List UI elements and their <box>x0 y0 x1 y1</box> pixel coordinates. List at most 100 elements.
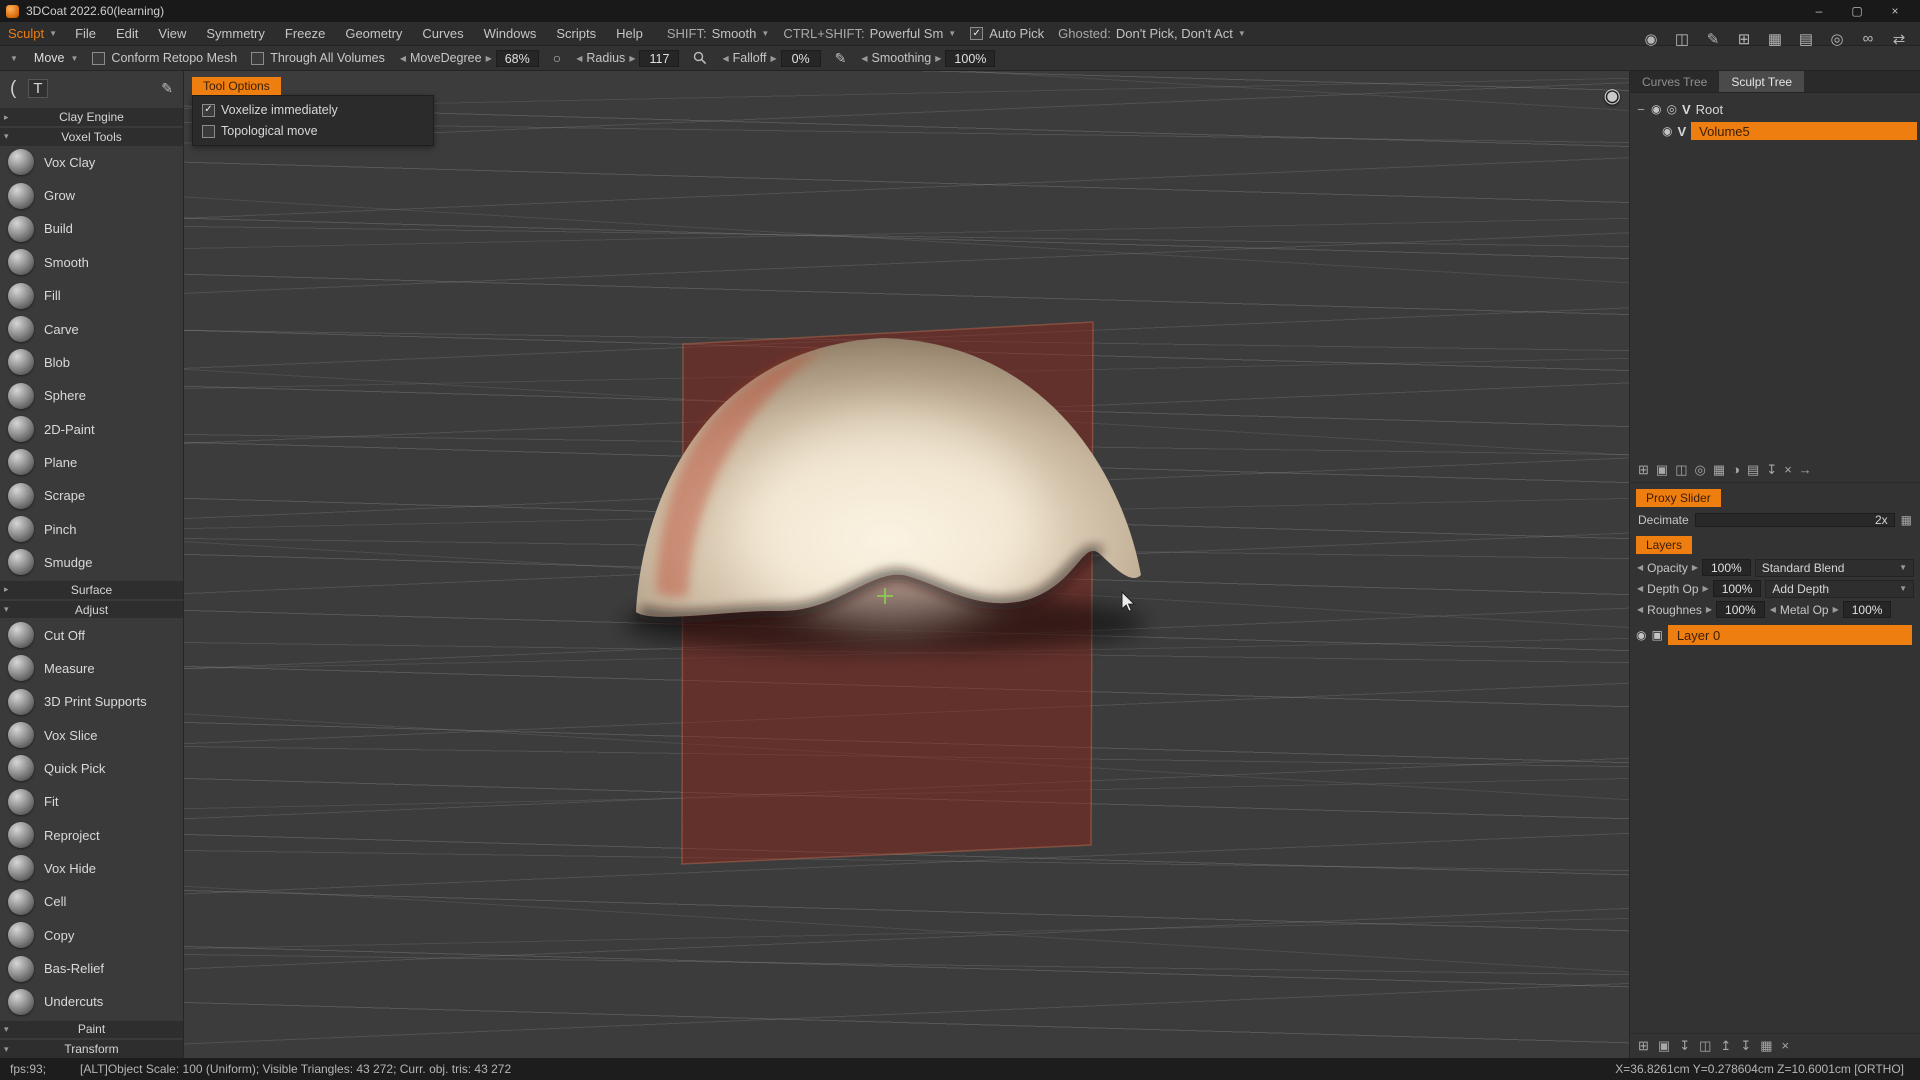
duplicate-volume-icon[interactable]: ◫ <box>1675 462 1687 478</box>
move-degree-spinner[interactable]: ◀ MoveDegree ▶ 68% <box>399 49 539 67</box>
group-header-adjust[interactable]: ▾ Adjust <box>0 600 183 619</box>
volume-name-selected[interactable]: Volume5 <box>1691 122 1917 140</box>
increment-icon[interactable]: ▶ <box>1705 605 1713 614</box>
group-header-transform[interactable]: ▾ Transform <box>0 1040 183 1058</box>
brush-tip-icon[interactable]: ○ <box>553 50 561 66</box>
proxy-settings-icon[interactable]: ▦ <box>1901 513 1912 527</box>
layers-tab[interactable]: Layers <box>1636 536 1693 554</box>
conform-retopo-checkbox[interactable]: Conform Retopo Mesh <box>92 51 237 65</box>
duplicate-layer-icon[interactable]: ◫ <box>1699 1038 1711 1054</box>
active-tool-selector[interactable]: Move ▼ <box>34 51 79 65</box>
decrement-icon[interactable]: ◀ <box>1636 584 1644 593</box>
proxy-slider-tab[interactable]: Proxy Slider <box>1636 489 1721 507</box>
group-header-surface[interactable]: ▸ Surface <box>0 581 183 599</box>
tool-item-measure[interactable]: Measure <box>0 652 183 685</box>
toolbar-menu-icon[interactable]: ▼ <box>8 54 20 63</box>
add-folder-icon[interactable]: ▣ <box>1656 462 1668 478</box>
depth-mode-dropdown[interactable]: Add Depth ▼ <box>1765 579 1914 598</box>
radius-value[interactable]: 117 <box>639 49 680 67</box>
visibility-eye-icon[interactable]: ◉ <box>1651 102 1661 116</box>
tool-item-vox-hide[interactable]: Vox Hide <box>0 852 183 885</box>
layer-lock-icon[interactable]: ▣ <box>1651 628 1662 642</box>
tool-item-fit[interactable]: Fit <box>0 785 183 818</box>
topological-move-checkbox[interactable]: Topological move <box>202 124 424 138</box>
decrement-icon[interactable]: ◀ <box>860 54 868 63</box>
export-icon[interactable]: ↧ <box>1766 462 1777 478</box>
tweak-icon[interactable]: ✎ <box>1704 30 1722 48</box>
decrement-icon[interactable]: ◀ <box>399 54 407 63</box>
menu-item-symmetry[interactable]: Symmetry <box>196 26 275 41</box>
room-selector[interactable]: Sculpt ▼ <box>6 26 65 41</box>
tool-item-grow[interactable]: Grow <box>0 179 183 212</box>
radius-spinner[interactable]: ◀ Radius ▶ 117 <box>575 49 680 67</box>
falloff-value[interactable]: 0% <box>780 49 821 67</box>
collapse-icon[interactable]: − <box>1636 102 1646 117</box>
layer-visibility-eye-icon[interactable]: ◉ <box>1636 628 1646 642</box>
depth-opacity-spinner[interactable]: ◀ Depth Op ▶ 100% <box>1636 580 1762 597</box>
tool-item-smudge[interactable]: Smudge <box>0 546 183 579</box>
annotate-icon[interactable]: ⇄ <box>1890 30 1908 48</box>
menu-item-view[interactable]: View <box>148 26 196 41</box>
voxelize-icon[interactable]: ▦ <box>1713 462 1725 478</box>
through-all-volumes-checkbox[interactable]: Through All Volumes <box>251 51 385 65</box>
ghost-volume-icon[interactable]: ◎ <box>1695 462 1706 478</box>
visibility-eye-icon[interactable]: ◉ <box>1662 124 1672 138</box>
pen-pressure-icon[interactable]: ✎ <box>835 50 847 67</box>
tool-item-quick-pick[interactable]: Quick Pick <box>0 752 183 785</box>
increment-icon[interactable]: ▶ <box>769 54 777 63</box>
tool-item-scrape[interactable]: Scrape <box>0 479 183 512</box>
grid-icon[interactable]: ▦ <box>1766 30 1784 48</box>
tab-sculpt-tree[interactable]: Sculpt Tree <box>1719 71 1805 92</box>
add-volume-icon[interactable]: ⊞ <box>1638 462 1649 478</box>
blend-mode-dropdown[interactable]: Standard Blend ▼ <box>1754 558 1914 577</box>
tool-item-vox-slice[interactable]: Vox Slice <box>0 718 183 751</box>
link-icon[interactable]: ∞ <box>1859 30 1877 48</box>
tool-item-cut-off[interactable]: Cut Off <box>0 618 183 651</box>
decrement-icon[interactable]: ◀ <box>1636 605 1644 614</box>
magnifier-icon[interactable] <box>693 51 707 65</box>
tool-options-tab[interactable]: Tool Options <box>192 77 281 95</box>
viewport-3d[interactable]: ◉ Tool Options ✓ Voxelize immediately To… <box>184 71 1629 1058</box>
import-layer-icon[interactable]: ↧ <box>1679 1038 1690 1054</box>
text-tool-icon[interactable]: T <box>28 79 48 99</box>
auto-pick-checkbox[interactable]: ✓ Auto Pick <box>970 26 1044 41</box>
menu-item-curves[interactable]: Curves <box>412 26 473 41</box>
tool-item-smooth[interactable]: Smooth <box>0 246 183 279</box>
increment-icon[interactable]: ▶ <box>1832 605 1840 614</box>
ghosted-mode-selector[interactable]: Ghosted: Don't Pick, Don't Act ▼ <box>1058 26 1246 41</box>
tree-row-volume5[interactable]: ◉ V Volume5 <box>1630 120 1920 142</box>
tool-item-2d-paint[interactable]: 2D-Paint <box>0 412 183 445</box>
panels-icon[interactable]: ◫ <box>1673 30 1691 48</box>
smoothing-spinner[interactable]: ◀ Smoothing ▶ 100% <box>860 49 996 67</box>
layer-folder-icon[interactable]: ▣ <box>1658 1038 1670 1054</box>
maximize-button[interactable]: ▢ <box>1838 0 1876 22</box>
decrement-icon[interactable]: ◀ <box>1769 605 1777 614</box>
smoothing-value[interactable]: 100% <box>945 49 996 67</box>
move-layer-down-icon[interactable]: ↧ <box>1740 1038 1751 1054</box>
minimize-button[interactable]: – <box>1800 0 1838 22</box>
scene-canvas[interactable] <box>184 71 1629 1058</box>
tool-item-plane[interactable]: Plane <box>0 446 183 479</box>
group-header-clay-engine[interactable]: ▸ Clay Engine <box>0 108 183 126</box>
increment-icon[interactable]: ▶ <box>1691 563 1699 572</box>
community-icon[interactable]: ◎ <box>1828 30 1846 48</box>
camera-navigation-icon[interactable]: ◉ <box>1604 83 1621 108</box>
depth-opacity-value[interactable]: 100% <box>1712 580 1762 597</box>
roughness-spinner[interactable]: ◀ Roughnes ▶ 100% <box>1636 601 1765 618</box>
add-layer-icon[interactable]: ⊞ <box>1638 1038 1649 1054</box>
tool-item-cell[interactable]: Cell <box>0 885 183 918</box>
pose-icon[interactable]: ▤ <box>1797 30 1815 48</box>
tab-curves-tree[interactable]: Curves Tree <box>1630 71 1719 92</box>
menu-item-edit[interactable]: Edit <box>106 26 148 41</box>
tool-item-fill[interactable]: Fill <box>0 279 183 312</box>
opacity-spinner[interactable]: ◀ Opacity ▶ 100% <box>1636 559 1751 576</box>
tool-item-carve[interactable]: Carve <box>0 312 183 345</box>
move-degree-value[interactable]: 68% <box>495 49 539 67</box>
tool-item-bas-relief[interactable]: Bas-Relief <box>0 952 183 985</box>
snap-icon[interactable]: ⊞ <box>1735 30 1753 48</box>
resample-icon[interactable]: ◑ <box>1732 462 1740 478</box>
menu-item-file[interactable]: File <box>65 26 106 41</box>
menu-item-scripts[interactable]: Scripts <box>546 26 606 41</box>
opacity-value[interactable]: 100% <box>1702 559 1751 576</box>
decimate-slider[interactable]: 2x <box>1694 513 1895 527</box>
